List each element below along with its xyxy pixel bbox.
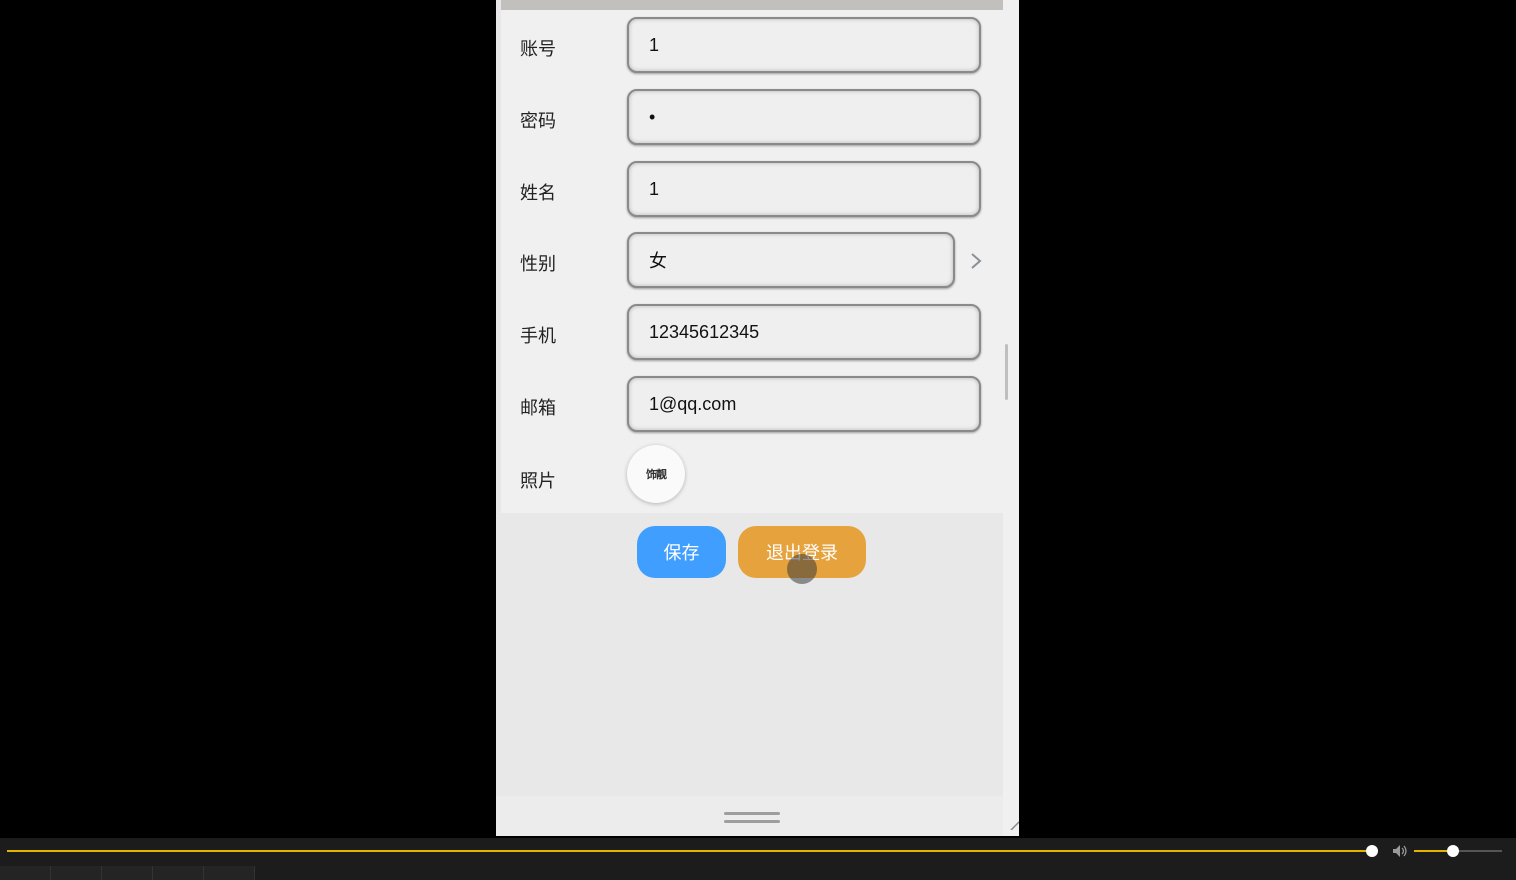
player-tab[interactable] <box>51 866 102 880</box>
password-input[interactable] <box>627 89 981 145</box>
chevron-right-icon[interactable] <box>966 250 986 272</box>
photo-thumbnail-text: 饰靓 <box>646 469 667 481</box>
player-tab[interactable] <box>153 866 204 880</box>
email-input[interactable] <box>627 376 981 432</box>
gender-label: 性别 <box>520 254 556 274</box>
password-label: 密码 <box>520 111 556 131</box>
drag-handle[interactable] <box>724 812 780 824</box>
form-row-phone: 手机 <box>501 304 1003 364</box>
touch-cursor <box>787 554 817 584</box>
email-label: 邮箱 <box>520 398 556 418</box>
player-tab[interactable] <box>0 866 51 880</box>
photo-avatar[interactable]: 饰靓 <box>627 445 685 503</box>
name-input[interactable] <box>627 161 981 217</box>
app-frame: 账号 密码 姓名 性别 手机 邮箱 照片 饰靓 <box>496 0 1019 836</box>
volume-icon[interactable] <box>1392 844 1408 858</box>
player-bottom-tabs <box>0 866 1516 880</box>
volume-knob[interactable] <box>1447 845 1459 857</box>
player-tab[interactable] <box>204 866 255 880</box>
photo-label: 照片 <box>520 471 556 491</box>
scrollbar-thumb[interactable] <box>1005 344 1008 400</box>
seek-knob[interactable] <box>1366 845 1378 857</box>
account-label: 账号 <box>520 39 556 59</box>
seek-bar[interactable] <box>7 850 1372 852</box>
form-row-account: 账号 <box>501 17 1003 77</box>
form-row-gender: 性别 <box>501 232 1003 292</box>
account-input[interactable] <box>627 17 981 73</box>
form-row-photo: 照片 饰靓 <box>501 445 1003 505</box>
header-bar <box>501 0 1003 10</box>
profile-form: 账号 密码 姓名 性别 手机 邮箱 照片 饰靓 <box>501 10 1003 513</box>
form-row-name: 姓名 <box>501 161 1003 221</box>
phone-label: 手机 <box>520 326 556 346</box>
name-label: 姓名 <box>520 183 556 203</box>
scrollbar-track[interactable] <box>1003 0 1019 836</box>
video-player-bar <box>0 838 1516 880</box>
save-button[interactable]: 保存 <box>637 526 726 578</box>
phone-input[interactable] <box>627 304 981 360</box>
form-row-password: 密码 <box>501 89 1003 149</box>
gender-select[interactable] <box>627 232 955 288</box>
resize-grip-icon[interactable] <box>1009 820 1019 830</box>
player-tab[interactable] <box>102 866 153 880</box>
form-row-email: 邮箱 <box>501 376 1003 436</box>
